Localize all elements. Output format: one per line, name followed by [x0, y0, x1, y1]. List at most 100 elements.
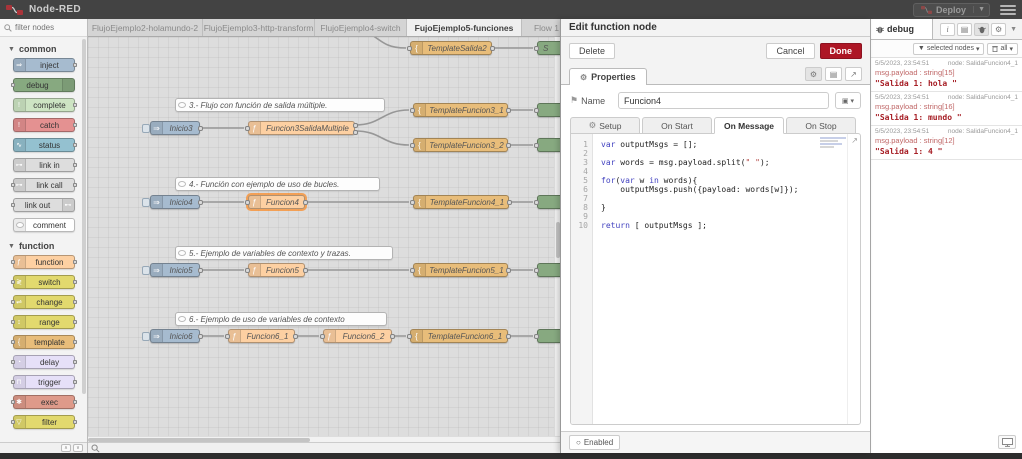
node-salida3-1-debug[interactable] — [537, 103, 560, 117]
output-port[interactable] — [73, 300, 77, 304]
node-settings-button[interactable]: ⚙ — [805, 67, 822, 81]
input-port[interactable] — [407, 334, 412, 339]
output-port[interactable] — [506, 268, 511, 273]
input-port[interactable] — [534, 334, 539, 339]
input-port[interactable] — [245, 200, 250, 205]
node-appearance-button[interactable]: ↗ — [845, 67, 862, 81]
palette-node-change[interactable]: ⇌change — [13, 295, 75, 309]
output-port[interactable] — [198, 200, 203, 205]
palette-collapse-all-button[interactable]: ∧ — [61, 444, 71, 452]
input-port[interactable] — [11, 420, 15, 424]
node-Funcion5[interactable]: ƒFuncion5 — [248, 263, 305, 277]
palette-node-range[interactable]: ↕range — [13, 315, 75, 329]
node-Funcion6_1[interactable]: ƒFuncion6_1 — [228, 329, 295, 343]
node-comment-3[interactable]: 3.- Flujo con función de salida múltiple… — [175, 98, 385, 112]
node-comment-5[interactable]: 5.- Ejemplo de variables de contexto y t… — [175, 246, 393, 260]
palette-search[interactable] — [0, 19, 87, 37]
open-debug-window-button[interactable] — [998, 435, 1016, 449]
palette-scrollbar[interactable] — [82, 39, 86, 394]
output-port[interactable] — [390, 334, 395, 339]
help-tab-button[interactable]: ▤ — [957, 23, 972, 36]
input-port[interactable] — [11, 320, 15, 324]
output-port[interactable] — [353, 130, 358, 135]
editor-scrollbar[interactable] — [847, 134, 852, 424]
inject-button[interactable] — [142, 332, 150, 341]
palette-section-function[interactable]: ▼function — [0, 238, 87, 255]
output-port[interactable] — [73, 63, 77, 67]
palette-node-link-in[interactable]: ⊶link in — [13, 158, 75, 172]
flow-tab-Flow 1[interactable]: Flow 1 — [522, 19, 560, 37]
debug-property[interactable]: msg.payload : string[15] — [875, 68, 1018, 77]
flow-tab-FujoEjemplo5-funciones[interactable]: FujoEjemplo5-funciones — [407, 19, 522, 37]
input-port[interactable] — [534, 46, 539, 51]
node-TemplateFuncion4_1[interactable]: {TemplateFuncion4_1 — [413, 195, 509, 209]
input-port[interactable] — [534, 108, 539, 113]
output-port[interactable] — [73, 320, 77, 324]
editor-code[interactable]: var outputMsgs = []; var words = msg.pay… — [593, 134, 860, 424]
palette-node-inject[interactable]: ⇒inject — [13, 58, 75, 72]
palette-node-link-out[interactable]: link out⊷ — [13, 198, 75, 212]
input-port[interactable] — [11, 300, 15, 304]
inject-button[interactable] — [142, 124, 150, 133]
input-port[interactable] — [410, 108, 415, 113]
palette-node-status[interactable]: ∿status — [13, 138, 75, 152]
flow-tab-FlujoEjemplo2-holamundo-2[interactable]: FlujoEjemplo2-holamundo-2 — [88, 19, 203, 37]
tab-debug[interactable]: debug — [871, 19, 933, 39]
node-Inicio6[interactable]: ⇒Inicio6 — [150, 329, 200, 343]
debug-tab-button[interactable] — [974, 23, 989, 36]
deploy-button[interactable]: Deploy ▼ — [913, 3, 990, 17]
output-port[interactable] — [293, 334, 298, 339]
output-port[interactable] — [73, 183, 77, 187]
input-port[interactable] — [534, 143, 539, 148]
node-comment-6[interactable]: 6.- Ejemplo de uso de variables de conte… — [175, 312, 387, 326]
node-TemplateFuncion3_2[interactable]: {TemplateFuncion3_2 — [413, 138, 508, 152]
input-port[interactable] — [245, 126, 250, 131]
node-salida2-debug[interactable]: S — [537, 41, 560, 55]
palette-node-delay[interactable]: ◔delay — [13, 355, 75, 369]
palette-node-switch[interactable]: ≷switch — [13, 275, 75, 289]
input-port[interactable] — [11, 340, 15, 344]
node-salida5-debug[interactable] — [537, 263, 560, 277]
done-button[interactable]: Done — [820, 43, 863, 59]
output-port[interactable] — [73, 280, 77, 284]
output-port[interactable] — [73, 103, 77, 107]
output-port[interactable] — [73, 360, 77, 364]
label-style-button[interactable]: ▣▾ — [835, 92, 861, 109]
output-port[interactable] — [73, 420, 77, 424]
delete-button[interactable]: Delete — [569, 43, 615, 59]
input-port[interactable] — [11, 260, 15, 264]
input-port[interactable] — [225, 334, 230, 339]
palette-node-filter[interactable]: ▽filter — [13, 415, 75, 429]
palette-node-comment[interactable]: comment — [13, 218, 75, 232]
palette-node-exec[interactable]: ✱exec — [13, 395, 75, 409]
output-port[interactable] — [73, 400, 77, 404]
debug-property[interactable]: msg.payload : string[16] — [875, 102, 1018, 111]
output-port[interactable] — [506, 108, 511, 113]
input-port[interactable] — [11, 400, 15, 404]
input-port[interactable] — [320, 334, 325, 339]
node-salida3-2-debug[interactable] — [537, 138, 560, 152]
name-input[interactable] — [618, 92, 829, 109]
deploy-options-caret[interactable]: ▼ — [973, 6, 989, 13]
node-Inicio4[interactable]: ⇒Inicio4 — [150, 195, 200, 209]
cancel-button[interactable]: Cancel — [766, 43, 814, 59]
tab-on-start[interactable]: On Start — [642, 117, 712, 134]
input-port[interactable] — [11, 203, 15, 207]
palette-node-template[interactable]: {template — [13, 335, 75, 349]
node-TemplateFuncion3_1[interactable]: {TemplateFuncion3_1 — [413, 103, 508, 117]
output-port[interactable] — [73, 143, 77, 147]
output-port[interactable] — [73, 380, 77, 384]
palette-search-input[interactable] — [15, 23, 75, 32]
palette-node-catch[interactable]: !catch — [13, 118, 75, 132]
node-description-button[interactable]: ▤ — [825, 67, 842, 81]
sidebar-menu-caret[interactable]: ▼ — [1008, 26, 1019, 33]
node-Funcion6_2[interactable]: ƒFuncion6_2 — [323, 329, 392, 343]
output-port[interactable] — [73, 163, 77, 167]
info-tab-button[interactable]: i — [940, 23, 955, 36]
node-Funcion4[interactable]: ƒFuncion4 — [248, 195, 305, 209]
editor-expand-icon[interactable]: ↗ — [851, 136, 858, 145]
flow-tab-FlujoEjemplo4-switch[interactable]: FlujoEjemplo4-switch — [315, 19, 407, 37]
enabled-toggle[interactable]: ○ Enabled — [569, 435, 620, 450]
input-port[interactable] — [11, 280, 15, 284]
palette-node-link-call[interactable]: ⊶link call — [13, 178, 75, 192]
